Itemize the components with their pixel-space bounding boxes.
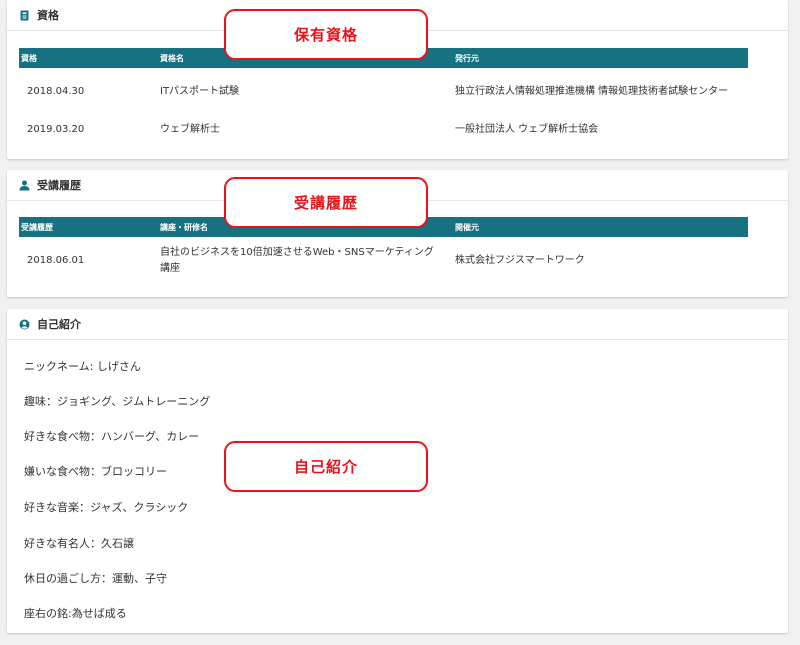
id-card-icon bbox=[19, 10, 30, 21]
intro-line: 好きな食べ物：ハンバーグ、カレー bbox=[24, 430, 200, 443]
intro-line: 休日の過ごし方：運動、子守 bbox=[24, 572, 167, 585]
callout-intro: 自己紹介 bbox=[224, 441, 428, 492]
date-cell: 2018.04.30 bbox=[27, 85, 85, 97]
intro-line: 好きな有名人：久石譲 bbox=[24, 537, 134, 550]
courses-title: 受講履歴 bbox=[37, 179, 81, 192]
table-row: 2019.03.20 ウェブ解析士 一般社団法人 ウェブ解析士協会 bbox=[19, 115, 748, 145]
qualifications-table: 資格 資格名 発行元 2018.04.30 ITパスポート試験 独立行政法人情報… bbox=[19, 48, 748, 145]
date-cell: 2018.06.01 bbox=[27, 255, 85, 266]
column-header: 開催元 bbox=[453, 217, 748, 237]
intro-line: 好きな音楽：ジャズ、クラシック bbox=[24, 501, 189, 514]
intro-line: ニックネーム: しげさん bbox=[24, 360, 141, 373]
teacher-icon bbox=[19, 180, 30, 191]
date-cell: 2019.03.20 bbox=[27, 124, 85, 135]
name-cell: ウェブ解析士 bbox=[160, 124, 220, 135]
organizer-cell: 株式会社フジスマートワーク bbox=[455, 255, 585, 266]
intro-header: 自己紹介 bbox=[7, 309, 788, 340]
intro-title: 自己紹介 bbox=[37, 318, 81, 331]
column-header: 発行元 bbox=[453, 48, 748, 68]
issuer-cell: 一般社団法人 ウェブ解析士協会 bbox=[455, 124, 599, 135]
intro-line: 嫌いな食べ物：ブロッコリー bbox=[24, 465, 167, 478]
intro-line: 趣味：ジョギング、ジムトレーニング bbox=[24, 395, 211, 408]
issuer-cell: 独立行政法人情報処理推進機構 情報処理技術者試験センター bbox=[455, 85, 729, 97]
intro-line: 座右の銘:為せば成る bbox=[24, 607, 127, 620]
user-circle-icon bbox=[19, 319, 30, 330]
table-row: 2018.04.30 ITパスポート試験 独立行政法人情報処理推進機構 情報処理… bbox=[19, 68, 748, 115]
course-name-cell: 自社のビジネスを10倍加速させるWeb・SNSマーケティング講座 bbox=[160, 247, 434, 274]
callout-courses: 受講履歴 bbox=[224, 177, 428, 228]
name-cell: ITパスポート試験 bbox=[160, 85, 240, 97]
qualifications-title: 資格 bbox=[37, 9, 59, 22]
callout-qualifications: 保有資格 bbox=[224, 9, 428, 60]
column-header: 受講履歴 bbox=[19, 217, 158, 237]
table-row: 2018.06.01 自社のビジネスを10倍加速させるWeb・SNSマーケティン… bbox=[19, 237, 748, 285]
column-header: 資格 bbox=[19, 48, 158, 68]
